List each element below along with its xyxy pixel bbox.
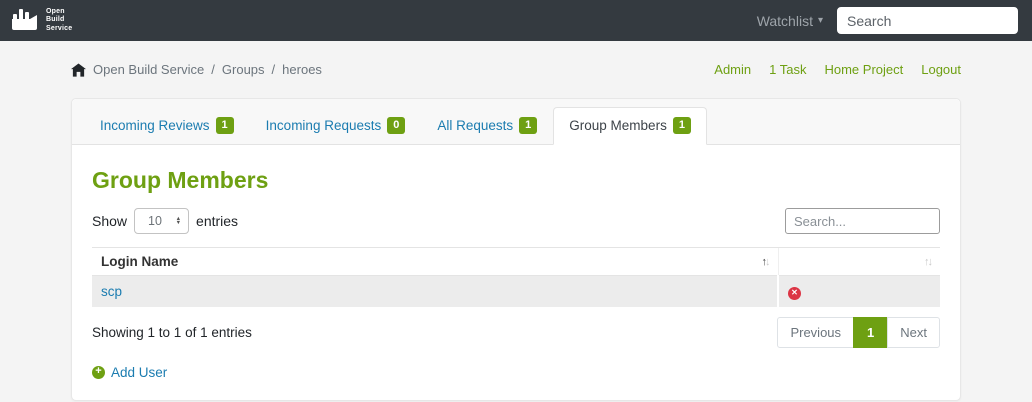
link-tasks[interactable]: 1 Task — [769, 62, 806, 77]
table-search-input[interactable] — [785, 208, 940, 235]
table-row: scp ✕ — [92, 275, 940, 307]
page-length-select[interactable]: 10 ▲ ▼ — [134, 208, 190, 235]
pagination-previous[interactable]: Previous — [777, 316, 855, 348]
tab-incoming-requests[interactable]: Incoming Requests 0 — [250, 107, 422, 145]
length-control: Show 10 ▲ ▼ entries — [92, 208, 239, 235]
factory-icon — [10, 5, 40, 36]
add-user-link[interactable]: Add User — [111, 365, 167, 380]
table-info: Showing 1 to 1 of 1 entries — [92, 324, 252, 340]
badge-count: 1 — [519, 117, 538, 135]
tab-all-requests[interactable]: All Requests 1 — [421, 107, 553, 145]
top-navbar: Open Build Service Watchlist ▾ — [0, 0, 1032, 41]
navbar-right: Watchlist ▾ — [757, 7, 1018, 34]
badge-count: 1 — [672, 117, 691, 135]
add-icon: + — [92, 365, 105, 379]
tab-incoming-reviews[interactable]: Incoming Reviews 1 — [84, 107, 250, 145]
group-members-table: Login Name ↑↓ ↑↓ scp ✕ — [92, 247, 940, 307]
app-root: Open Build Service Watchlist ▾ Search Op… — [0, 0, 1032, 402]
table-footer: Showing 1 to 1 of 1 entries Previous 1 N… — [92, 316, 940, 348]
login-name-cell: scp — [92, 275, 778, 307]
tab-bar: Incoming Reviews 1 Incoming Requests 0 A… — [72, 99, 960, 146]
sort-icons: ↑↓ — [924, 255, 933, 268]
obs-logo[interactable]: Open Build Service — [10, 5, 72, 36]
table-controls: Show 10 ▲ ▼ entries — [92, 208, 940, 235]
breadcrumb-item-groups[interactable]: Groups — [222, 62, 265, 77]
breadcrumb-item-heroes: heroes — [282, 62, 322, 77]
pagination-next[interactable]: Next — [887, 316, 940, 348]
breadcrumb: Open Build Service / Groups / heroes — [71, 62, 322, 77]
sort-icons: ↑↓ — [761, 255, 771, 268]
caret-down-icon: ▾ — [817, 15, 823, 26]
select-arrows-icon: ▲ ▼ — [175, 215, 182, 227]
column-header-login-name[interactable]: Login Name ↑↓ — [92, 247, 778, 277]
user-links: Admin 1 Task Home Project Logout — [714, 62, 961, 77]
pagination-page-1[interactable]: 1 — [853, 316, 889, 348]
badge-count: 1 — [215, 117, 234, 135]
watchlist-dropdown[interactable]: Watchlist ▾ — [757, 13, 823, 29]
page-title: Group Members — [92, 167, 269, 194]
brand-text: Open Build Service — [46, 8, 73, 32]
column-header-actions[interactable]: ↑↓ — [777, 247, 940, 277]
breadcrumb-separator: / — [211, 62, 215, 77]
entries-label: entries — [196, 213, 239, 230]
show-label: Show — [92, 213, 128, 230]
home-icon[interactable] — [71, 62, 86, 77]
link-admin[interactable]: Admin — [714, 62, 751, 77]
topbar: Open Build Service / Groups / heroes Adm… — [71, 41, 961, 77]
link-home-project[interactable]: Home Project — [824, 62, 903, 77]
content-card: Incoming Reviews 1 Incoming Requests 0 A… — [71, 98, 961, 401]
actions-cell: ✕ — [777, 275, 940, 307]
user-login-link[interactable]: scp — [101, 284, 122, 299]
watchlist-label: Watchlist — [756, 12, 813, 29]
breadcrumb-item-obs[interactable]: Open Build Service — [93, 62, 204, 77]
breadcrumb-separator: / — [271, 62, 276, 77]
table-header-row: Login Name ↑↓ ↑↓ — [92, 247, 940, 277]
remove-user-icon[interactable]: ✕ — [788, 286, 801, 300]
page-background: Open Build Service / Groups / heroes Adm… — [0, 41, 1032, 402]
add-user-row: + Add User — [92, 365, 940, 380]
global-search-input[interactable] — [837, 7, 1018, 34]
pagination: Previous 1 Next — [777, 316, 940, 348]
link-logout[interactable]: Logout — [921, 62, 961, 77]
badge-count: 0 — [387, 117, 406, 135]
card-body: Group Members Show 10 ▲ ▼ entries Search… — [72, 145, 960, 400]
tab-group-members[interactable]: Group Members 1 — [553, 107, 707, 146]
